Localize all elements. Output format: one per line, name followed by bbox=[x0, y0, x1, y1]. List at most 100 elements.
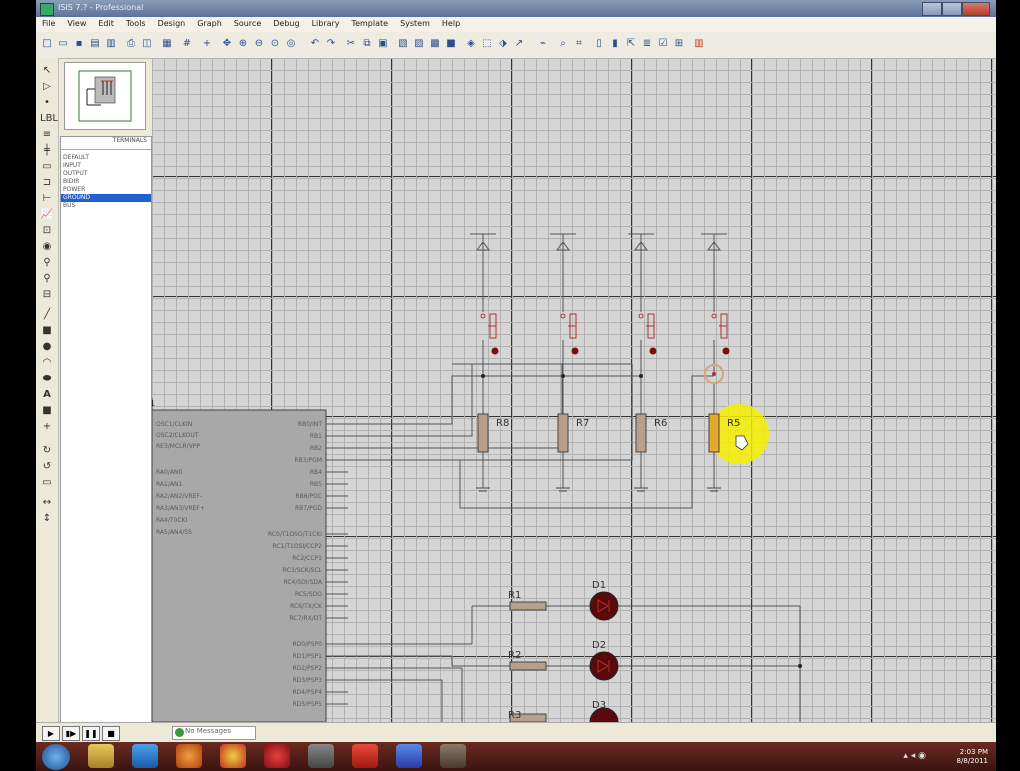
push-button-2[interactable] bbox=[560, 313, 579, 355]
property-assign-icon[interactable]: ⌗ bbox=[572, 37, 586, 51]
selection-mode-icon[interactable]: ↖ bbox=[40, 64, 54, 78]
stop-button[interactable]: ■ bbox=[102, 726, 120, 741]
search-tag-icon[interactable]: ⌕ bbox=[556, 37, 570, 51]
menu-graph[interactable]: Graph bbox=[191, 17, 228, 28]
chrome-icon[interactable] bbox=[220, 744, 246, 768]
wire-label-mode-icon[interactable]: LBL bbox=[40, 112, 58, 126]
led-d2[interactable] bbox=[589, 651, 619, 681]
block-rotate-icon[interactable]: ▩ bbox=[428, 37, 442, 51]
menu-debug[interactable]: Debug bbox=[267, 17, 305, 28]
terminal-item-output[interactable]: OUTPUT bbox=[61, 170, 151, 178]
pick-device-icon[interactable]: ◈ bbox=[464, 37, 478, 51]
import-icon[interactable]: ▤ bbox=[88, 37, 102, 51]
adobe-icon[interactable] bbox=[352, 744, 378, 768]
redo-icon[interactable]: ↷ bbox=[324, 37, 338, 51]
terminal-item-input[interactable]: INPUT bbox=[61, 162, 151, 170]
subcircuit-mode-icon[interactable]: ▭ bbox=[40, 160, 54, 174]
step-button[interactable]: ▮▶ bbox=[62, 726, 80, 741]
maximize-button[interactable] bbox=[942, 2, 962, 16]
netlist-icon[interactable]: ⊞ bbox=[672, 37, 686, 51]
copy-icon[interactable]: ⧉ bbox=[360, 37, 374, 51]
app-taskbar-icon[interactable] bbox=[440, 744, 466, 768]
menu-view[interactable]: View bbox=[61, 17, 92, 28]
system-tray-icons[interactable]: ▴ ◂ ◉ bbox=[903, 751, 926, 761]
text-script-mode-icon[interactable]: ≡ bbox=[40, 128, 54, 142]
message-box[interactable]: No Messages bbox=[172, 726, 256, 740]
resistor-r1[interactable] bbox=[509, 601, 547, 611]
menu-library[interactable]: Library bbox=[306, 17, 346, 28]
voltage-probe-mode-icon[interactable]: ⚲ bbox=[40, 256, 54, 270]
menu-help[interactable]: Help bbox=[436, 17, 466, 28]
save-icon[interactable]: ▪ bbox=[72, 37, 86, 51]
push-button-3[interactable] bbox=[638, 313, 657, 355]
area-icon[interactable]: ◫ bbox=[140, 37, 154, 51]
rotate-ccw-icon[interactable]: ↺ bbox=[40, 460, 54, 474]
device-pins-mode-icon[interactable]: ⊢ bbox=[40, 192, 54, 206]
new-sheet-icon[interactable]: ▯ bbox=[592, 37, 606, 51]
menu-file[interactable]: File bbox=[36, 17, 61, 28]
taskbar-clock[interactable]: 2:03 PM 8/8/2011 bbox=[957, 748, 988, 766]
pan-icon[interactable]: ✥ bbox=[220, 37, 234, 51]
line-mode-icon[interactable]: ╱ bbox=[40, 308, 54, 322]
component-mode-icon[interactable]: ▷ bbox=[40, 80, 54, 94]
new-file-icon[interactable]: □ bbox=[40, 37, 54, 51]
rotation-angle-field[interactable]: ▭ bbox=[40, 476, 54, 490]
overview-window[interactable] bbox=[64, 62, 146, 130]
packaging-icon[interactable]: ⬗ bbox=[496, 37, 510, 51]
buses-mode-icon[interactable]: ╪ bbox=[40, 144, 54, 158]
push-button-4[interactable] bbox=[711, 313, 730, 355]
terminals-mode-icon[interactable]: ⊐ bbox=[40, 176, 54, 190]
zoom-area-icon[interactable]: ◎ bbox=[284, 37, 298, 51]
minimize-button[interactable] bbox=[922, 2, 942, 16]
zoom-in-icon[interactable]: ⊕ bbox=[236, 37, 250, 51]
internet-explorer-icon[interactable] bbox=[132, 744, 158, 768]
menu-edit[interactable]: Edit bbox=[92, 17, 120, 28]
resistor-r7[interactable] bbox=[557, 413, 569, 453]
terminal-item-bus[interactable]: BUS bbox=[61, 202, 151, 210]
erc-icon[interactable]: ☑ bbox=[656, 37, 670, 51]
junction-mode-icon[interactable]: • bbox=[40, 96, 54, 110]
push-button-1[interactable] bbox=[480, 313, 499, 355]
tape-recorder-mode-icon[interactable]: ⊡ bbox=[40, 224, 54, 238]
circle-mode-icon[interactable]: ● bbox=[40, 340, 54, 354]
mirror-vertical-icon[interactable]: ↕ bbox=[40, 512, 54, 526]
box-mode-icon[interactable]: ■ bbox=[40, 324, 54, 338]
start-orb-icon[interactable] bbox=[42, 744, 70, 770]
terminal-item-bidir[interactable]: BIDIR bbox=[61, 178, 151, 186]
path-mode-icon[interactable]: ⬬ bbox=[40, 372, 54, 386]
text-mode-icon[interactable]: A bbox=[40, 388, 54, 402]
virtual-instruments-mode-icon[interactable]: ⊟ bbox=[40, 288, 54, 302]
ares-icon[interactable]: ▥ bbox=[692, 37, 706, 51]
symbol-mode-icon[interactable]: ■ bbox=[40, 404, 54, 418]
isis-taskbar-icon[interactable] bbox=[396, 744, 422, 768]
decompose-icon[interactable]: ↗ bbox=[512, 37, 526, 51]
generator-mode-icon[interactable]: ◉ bbox=[40, 240, 54, 254]
bill-of-materials-icon[interactable]: ≣ bbox=[640, 37, 654, 51]
open-folder-icon[interactable]: ▭ bbox=[56, 37, 70, 51]
block-delete-icon[interactable]: ■ bbox=[444, 37, 458, 51]
marker-mode-icon[interactable]: + bbox=[40, 420, 54, 434]
terminal-item-ground[interactable]: GROUND bbox=[61, 194, 151, 202]
opera-icon[interactable] bbox=[264, 744, 290, 768]
mirror-horizontal-icon[interactable]: ↔ bbox=[40, 496, 54, 510]
schematic-drawing[interactable]: 1 OSC1/CLKIN OSC2/CLKOUT RE3/MCLR/VPP RA… bbox=[152, 58, 996, 722]
play-button[interactable]: ▶ bbox=[42, 726, 60, 741]
firefox-icon[interactable] bbox=[176, 744, 202, 768]
rotate-cw-icon[interactable]: ↻ bbox=[40, 444, 54, 458]
media-icon[interactable] bbox=[308, 744, 334, 768]
resistor-r8[interactable] bbox=[477, 413, 489, 453]
menu-system[interactable]: System bbox=[394, 17, 436, 28]
close-button[interactable] bbox=[962, 2, 990, 16]
cut-icon[interactable]: ✂ bbox=[344, 37, 358, 51]
paste-icon[interactable]: ▣ bbox=[376, 37, 390, 51]
redraw-icon[interactable]: ▦ bbox=[160, 37, 174, 51]
menu-template[interactable]: Template bbox=[346, 17, 395, 28]
arc-mode-icon[interactable]: ◠ bbox=[40, 356, 54, 370]
explorer-icon[interactable] bbox=[88, 744, 114, 768]
terminal-item-default[interactable]: DEFAULT bbox=[61, 154, 151, 162]
menu-tools[interactable]: Tools bbox=[120, 17, 152, 28]
resistor-r2[interactable] bbox=[509, 661, 547, 671]
remove-sheet-icon[interactable]: ▮ bbox=[608, 37, 622, 51]
led-d1[interactable] bbox=[589, 591, 619, 621]
pause-button[interactable]: ❚❚ bbox=[82, 726, 100, 741]
